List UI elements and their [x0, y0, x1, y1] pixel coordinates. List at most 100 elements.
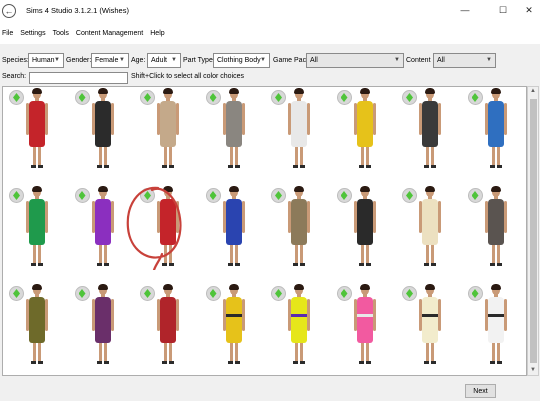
sim-right-arm [438, 103, 441, 135]
title-bar: ← Sims 4 Studio 3.1.2.1 (Wishes) — ☐ ✕ [0, 0, 540, 22]
sim-hair [228, 284, 239, 290]
swatch-item[interactable] [398, 186, 463, 283]
sim-right-arm [503, 103, 507, 135]
sim-left-shoe [424, 165, 429, 168]
swatch-item[interactable] [5, 186, 70, 283]
dress-swatch [160, 101, 176, 147]
swatch-item[interactable] [464, 284, 527, 375]
chevron-down-icon: ▼ [394, 57, 400, 63]
sim-right-arm [176, 201, 179, 233]
parttype-select[interactable]: Clothing Body ▼ [213, 53, 270, 68]
swatch-item[interactable] [267, 284, 332, 375]
dress-swatch [225, 199, 242, 245]
sim-left-leg [98, 244, 102, 264]
dress-belt [291, 314, 307, 317]
sim-left-shoe [227, 165, 233, 168]
gamepack-select[interactable]: All ▼ [306, 53, 404, 68]
plumbob-icon [271, 286, 286, 301]
species-label: Species: [2, 57, 29, 64]
menu-file[interactable]: File [2, 30, 13, 37]
swatch-item[interactable] [202, 186, 267, 283]
plumbob-icon [9, 188, 24, 203]
back-arrow-icon[interactable]: ← [2, 4, 16, 18]
content-label: Content [406, 57, 431, 64]
swatch-item[interactable] [71, 186, 136, 283]
chevron-down-icon: ▼ [171, 57, 177, 63]
swatch-item[interactable] [202, 284, 267, 375]
dress-swatch [29, 199, 45, 245]
sim-left-leg [491, 342, 495, 362]
plumbob-icon [140, 90, 155, 105]
content-select[interactable]: All ▼ [433, 53, 496, 68]
dress-swatch [487, 297, 504, 343]
sim-left-shoe [489, 165, 495, 168]
gamepack-label: Game Pack [273, 57, 310, 64]
sim-right-shoe [103, 263, 109, 266]
swatch-item[interactable] [464, 88, 527, 185]
gender-label: Gender: [66, 57, 92, 64]
age-select[interactable]: Adult ▼ [147, 53, 181, 68]
gender-select[interactable]: Female ▼ [91, 53, 129, 68]
sim-right-arm [503, 201, 507, 233]
menu-help[interactable]: Help [150, 30, 164, 37]
sim-right-arm [307, 299, 310, 331]
search-input[interactable] [29, 72, 128, 84]
sim-left-leg [98, 342, 102, 362]
swatch-item[interactable] [333, 186, 398, 283]
swatch-item[interactable] [267, 88, 332, 185]
sim-right-leg [169, 342, 172, 362]
sim-right-shoe [300, 165, 305, 168]
minimize-button[interactable]: — [450, 0, 480, 20]
species-select[interactable]: Human ▼ [28, 53, 64, 68]
menu-content-management[interactable]: Content Management [76, 30, 143, 37]
swatch-item[interactable] [5, 284, 70, 375]
sim-right-shoe [169, 263, 174, 266]
sim-right-shoe [496, 165, 502, 168]
sim-left-shoe [358, 361, 364, 364]
scrollbar-thumb[interactable] [530, 99, 537, 363]
sim-right-arm [110, 299, 114, 331]
sim-right-leg [300, 146, 303, 166]
swatch-item[interactable] [333, 284, 398, 375]
scroll-down-icon[interactable]: ▼ [530, 367, 536, 373]
menu-tools[interactable]: Tools [53, 30, 69, 37]
sim-left-leg [33, 146, 36, 166]
swatch-item[interactable] [136, 88, 201, 185]
sim-right-leg [496, 342, 500, 362]
swatch-item[interactable] [136, 284, 201, 375]
sim-left-shoe [293, 165, 298, 168]
swatch-item[interactable] [202, 88, 267, 185]
swatch-item[interactable] [398, 88, 463, 185]
swatch-item[interactable] [333, 88, 398, 185]
dress-belt [422, 314, 438, 317]
sim-hair [163, 284, 173, 290]
close-button[interactable]: ✕ [514, 0, 540, 20]
swatch-item[interactable] [71, 284, 136, 375]
vertical-scrollbar[interactable]: ▲ ▼ [527, 86, 539, 376]
swatch-item[interactable] [71, 88, 136, 185]
sim-right-arm [45, 103, 48, 135]
menu-settings[interactable]: Settings [20, 30, 45, 37]
plumbob-icon [74, 286, 90, 301]
species-value: Human [32, 57, 55, 64]
plumbob-icon [205, 286, 221, 301]
swatch-item[interactable] [267, 186, 332, 283]
swatch-item[interactable] [5, 88, 70, 185]
swatch-item[interactable] [464, 186, 527, 283]
dress-swatch [291, 297, 307, 343]
sim-hair [490, 186, 501, 192]
sim-right-leg [38, 244, 41, 264]
sim-left-shoe [31, 263, 36, 266]
swatch-item[interactable] [398, 284, 463, 375]
sim-left-shoe [162, 165, 167, 168]
sim-left-shoe [489, 361, 495, 364]
dress-swatch [29, 297, 45, 343]
swatch-item[interactable] [136, 186, 201, 283]
scroll-up-icon[interactable]: ▲ [530, 88, 536, 94]
sim-hair [163, 88, 173, 94]
sim-right-shoe [103, 361, 109, 364]
sim-right-leg [431, 244, 434, 264]
next-button[interactable]: Next [465, 384, 496, 398]
chevron-down-icon: ▼ [260, 57, 266, 63]
sim-hair [97, 284, 108, 290]
